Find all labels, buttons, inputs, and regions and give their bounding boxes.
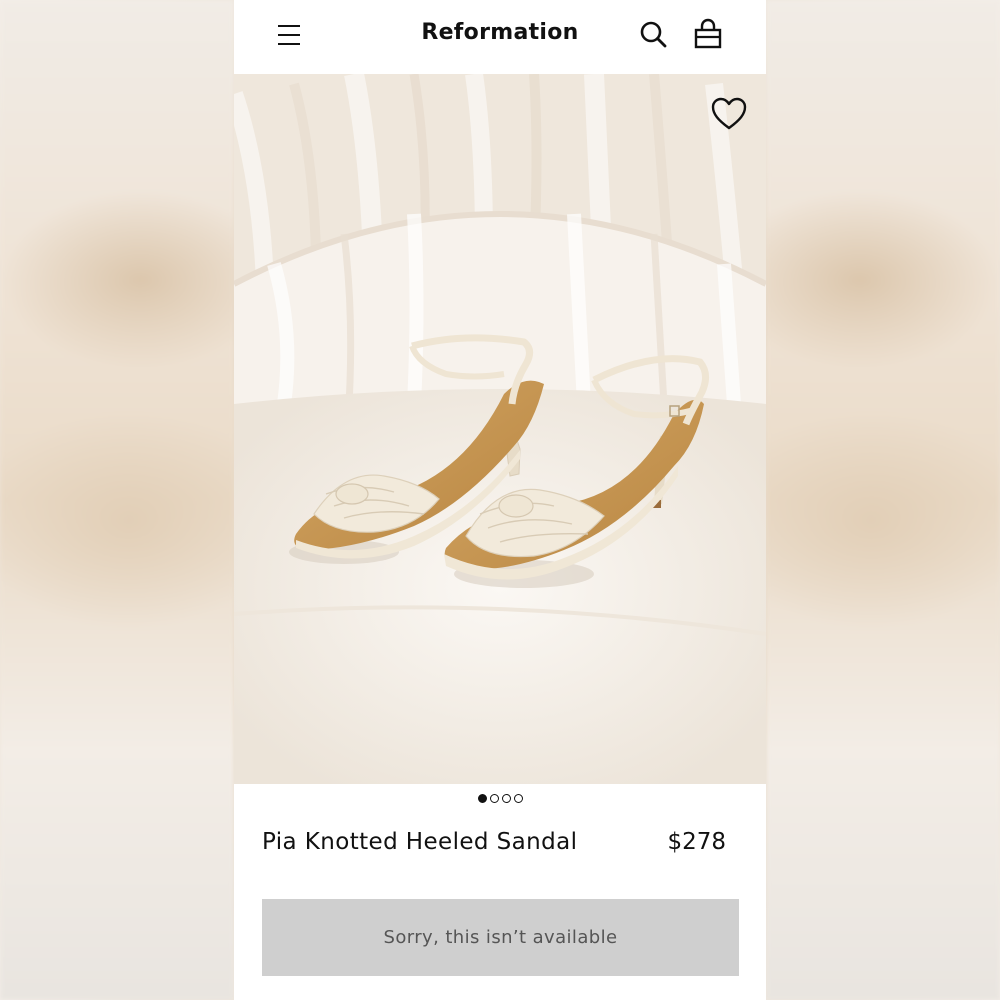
- search-icon[interactable]: [637, 18, 671, 52]
- sandals-photo: [234, 74, 766, 784]
- hamburger-menu-icon[interactable]: [274, 22, 306, 50]
- product-name: Pia Knotted Heeled Sandal: [262, 829, 578, 855]
- heart-icon[interactable]: [710, 96, 748, 132]
- product-price: $278: [667, 829, 726, 855]
- site-header: Reformation: [234, 0, 766, 74]
- unavailable-button[interactable]: Sorry, this isn’t available: [262, 899, 739, 976]
- carousel-dot-3[interactable]: [501, 794, 511, 803]
- carousel-dot-2[interactable]: [489, 794, 499, 803]
- brand-link[interactable]: Reformation: [421, 20, 578, 45]
- background-blur-right: [766, 0, 1000, 1000]
- image-carousel-indicator: [234, 794, 766, 808]
- mobile-page: Reformation Pia Knotted Heeled Sandal $2…: [234, 0, 766, 1000]
- shopping-bag-icon[interactable]: [691, 18, 725, 52]
- brand-logo: Reformation: [234, 20, 766, 45]
- carousel-dot-4[interactable]: [513, 794, 523, 803]
- product-image[interactable]: [234, 74, 766, 784]
- background-blur-left: [0, 0, 234, 1000]
- carousel-dot-1[interactable]: [477, 794, 487, 803]
